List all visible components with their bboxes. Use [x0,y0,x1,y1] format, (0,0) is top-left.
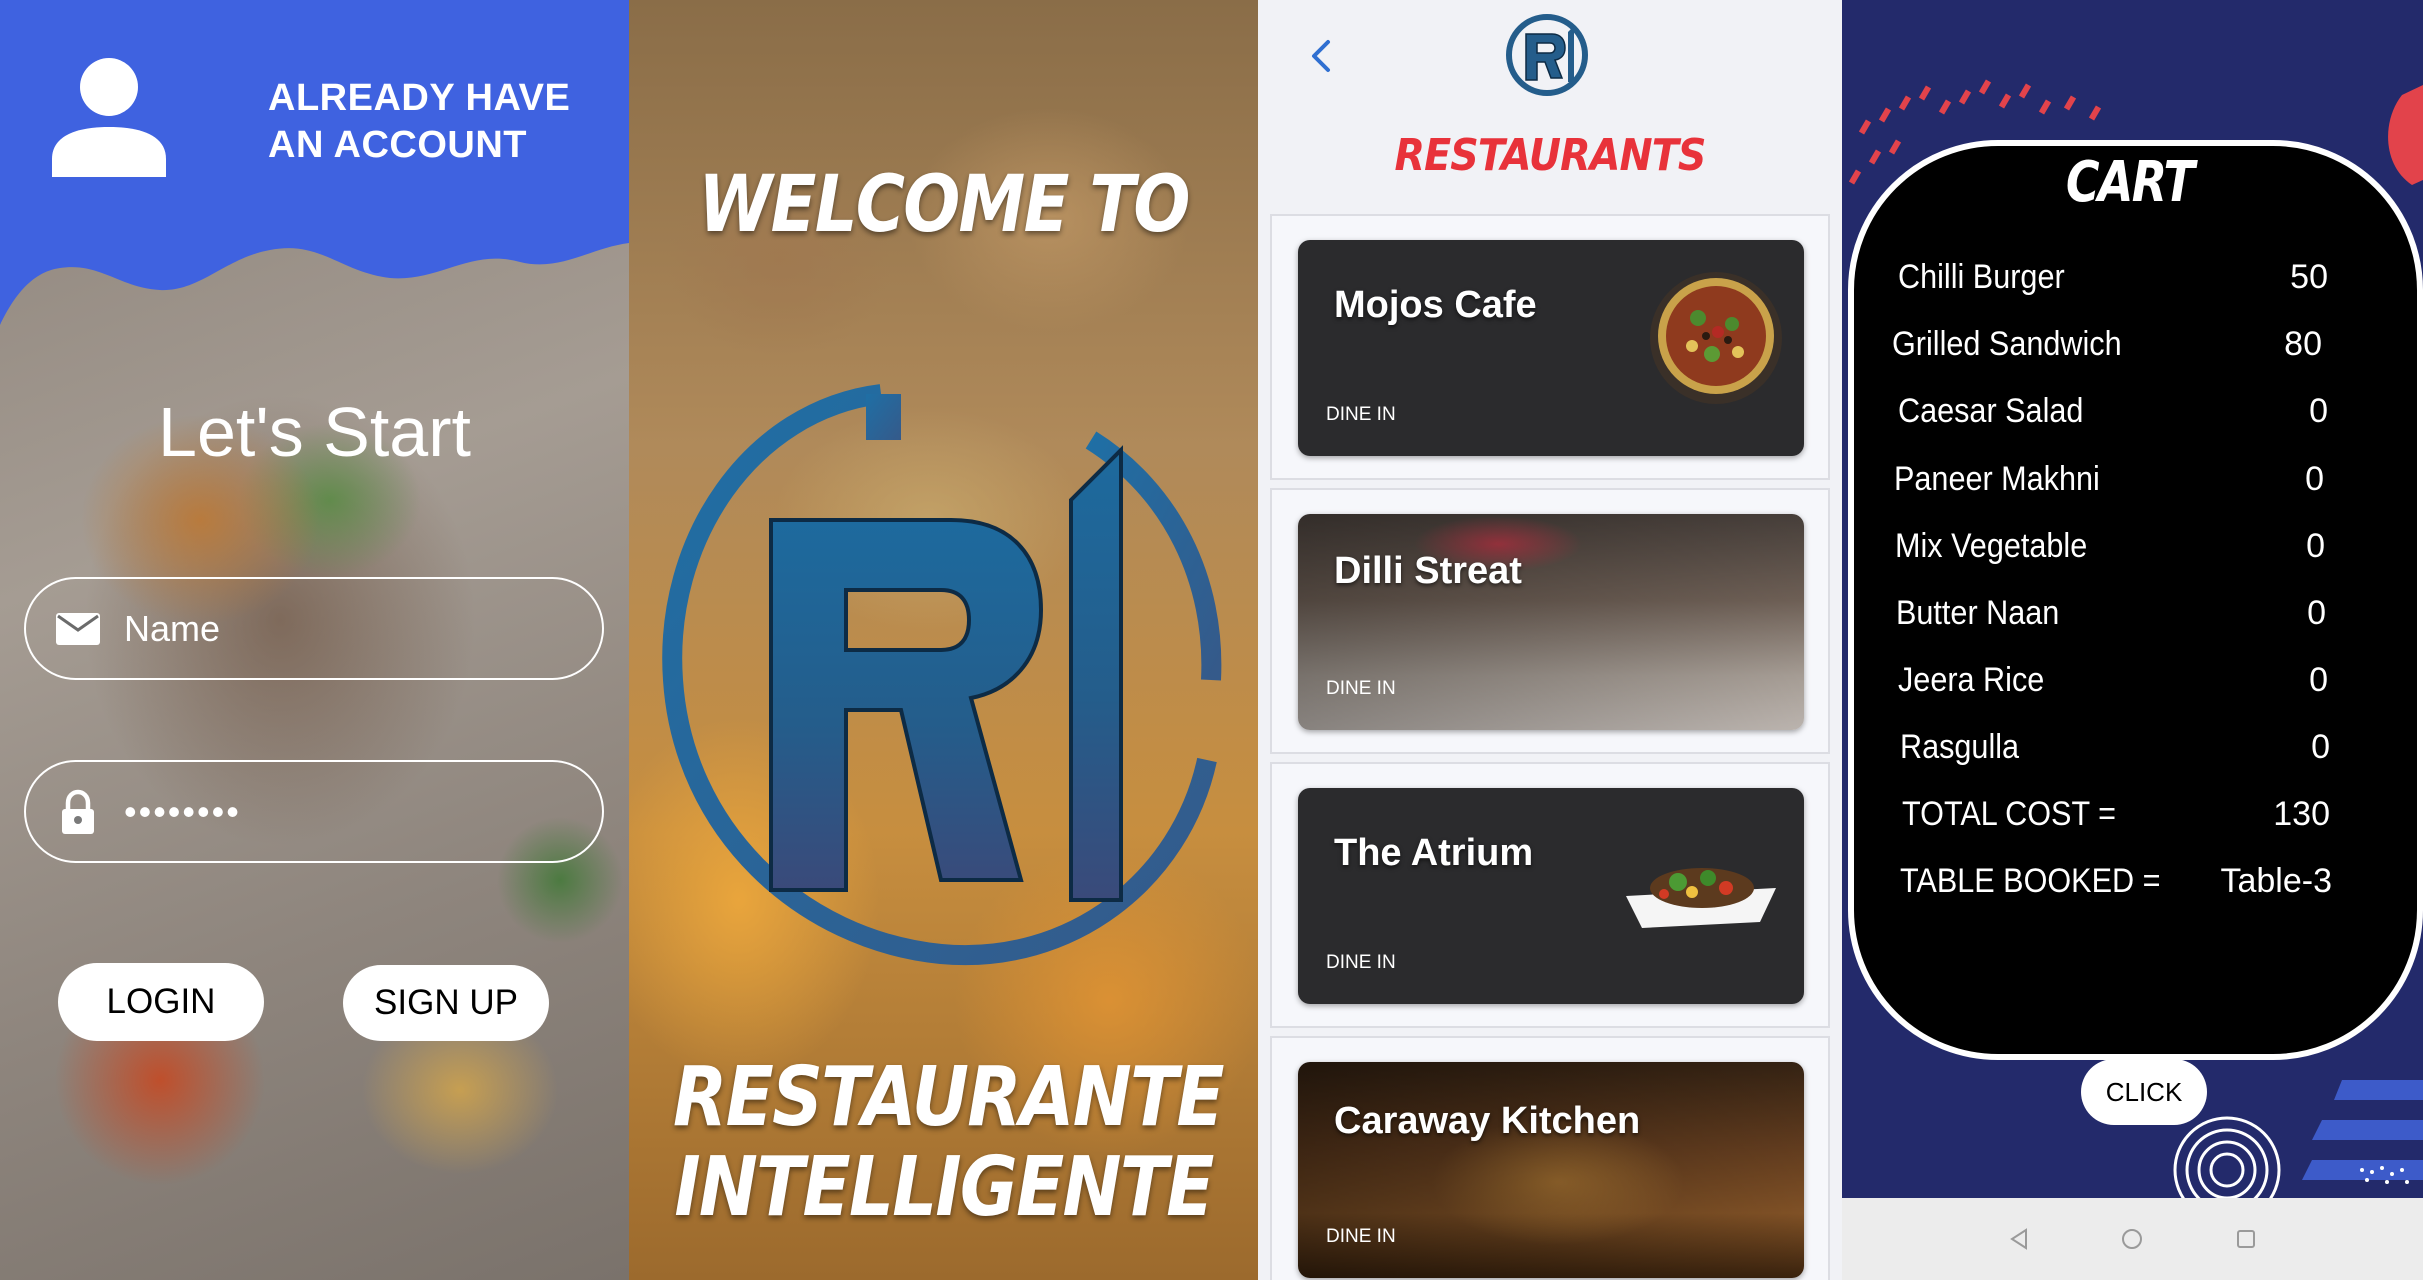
restaurant-name: Caraway Kitchen [1334,1100,1641,1142]
restaurant-card-mojos-cafe[interactable]: Mojos Cafe DINE IN [1298,240,1804,456]
restaurant-card[interactable]: Dilli Streat DINE IN [1270,488,1830,754]
cart-item-qty: 0 [2306,527,2325,565]
restaurant-card-the-atrium[interactable]: The Atrium DINE IN [1298,788,1804,1004]
cart-item-name: Jeera Rice [1898,661,2045,699]
restaurant-card-dilli-streat[interactable]: Dilli Streat DINE IN [1298,514,1804,730]
cart-screen: CART Chilli Burger 50 Grilled Sandwich 8… [1842,0,2423,1280]
restaurant-name: The Atrium [1334,832,1534,874]
table-booked-row: TABLE BOOKED = Table-3 [1900,862,2332,901]
cart-row: Rasgulla 0 [1900,728,2330,767]
cart-item-qty: 0 [2307,594,2326,632]
restaurant-name: Mojos Cafe [1334,284,1537,326]
restaurant-card[interactable]: Mojos Cafe DINE IN [1270,214,1830,480]
password-field[interactable]: •••••••• [24,760,604,863]
cart-item-name: Mix Vegetable [1895,527,2088,565]
cart-item-name: Caesar Salad [1898,392,2084,430]
login-button[interactable]: LOGIN [58,963,264,1041]
cart-item-name: Grilled Sandwich [1892,325,2122,363]
cart-row: Butter Naan 0 [1896,594,2326,633]
nav-recents-icon[interactable] [2233,1226,2259,1252]
cart-title: CART [2065,150,2195,215]
salad-image [1626,868,1776,928]
app-name-line-2: INTELLIGENTE [674,1140,1214,1235]
lock-icon [62,789,94,834]
sign-up-button[interactable]: SIGN UP [343,965,549,1041]
name-input[interactable] [124,607,564,650]
dine-in-tag: DINE IN [1326,1226,1396,1247]
restaurant-card[interactable]: Caraway Kitchen DINE IN [1270,1036,1830,1280]
dine-in-tag: DINE IN [1326,404,1396,425]
back-arrow-icon[interactable] [1304,36,1338,76]
pizza-image [1650,272,1782,404]
cart-item-qty: 0 [2311,728,2330,766]
name-field[interactable] [24,577,604,680]
cart-row: Paneer Makhni 0 [1894,460,2324,499]
restaurants-screen: RESTAURANTS Mojos Cafe DINE IN Dilli Str… [1258,0,1842,1280]
restaurant-card[interactable]: The Atrium DINE IN [1270,762,1830,1028]
table-booked-value: Table-3 [2220,862,2332,900]
cart-item-name: Chilli Burger [1898,258,2065,296]
app-name-line-1: RESTAURANTE [673,1050,1225,1145]
restaurant-name: Dilli Streat [1334,550,1522,592]
total-cost-label: TOTAL COST = [1902,795,2116,833]
login-screen: ALREADY HAVE AN ACCOUNT Let's Start ••••… [0,0,629,1280]
cart-item-qty: 0 [2309,392,2328,430]
cart-row: Jeera Rice 0 [1898,661,2328,700]
nav-back-icon[interactable] [2006,1226,2032,1252]
total-cost-row: TOTAL COST = 130 [1902,795,2330,834]
page-title: Let's Start [158,393,471,471]
table-booked-label: TABLE BOOKED = [1900,862,2161,900]
password-input[interactable]: •••••••• [124,791,241,833]
mail-icon [56,612,100,645]
restaurant-card-caraway-kitchen[interactable]: Caraway Kitchen DINE IN [1298,1062,1804,1278]
total-cost-value: 130 [2273,795,2330,833]
cart-item-qty: 0 [2309,661,2328,699]
cart-row: Chilli Burger 50 [1898,258,2328,297]
restaurants-heading: RESTAURANTS [1394,130,1707,181]
cart-item-qty: 0 [2305,460,2324,498]
user-icon [52,58,166,177]
android-nav-bar [1842,1198,2423,1280]
welcome-heading: WELCOME TO [698,160,1190,250]
ri-logo [662,384,1222,966]
already-have-account-text[interactable]: ALREADY HAVE AN ACCOUNT [268,75,598,169]
nav-home-icon[interactable] [2119,1226,2145,1252]
cart-row: Grilled Sandwich 80 [1892,325,2322,364]
cart-item-name: Paneer Makhni [1894,460,2100,498]
cart-row: Caesar Salad 0 [1898,392,2328,431]
cart-item-qty: 80 [2284,325,2322,363]
click-button[interactable]: CLICK [2081,1059,2207,1125]
cart-item-name: Rasgulla [1900,728,2020,766]
cart-item-qty: 50 [2290,258,2328,296]
dine-in-tag: DINE IN [1326,678,1396,699]
dine-in-tag: DINE IN [1326,952,1396,973]
cart-row: Mix Vegetable 0 [1895,527,2325,566]
ri-small-logo [1506,14,1588,96]
welcome-screen: WELCOME TO RESTAURANTE INTELLIGENTE [629,0,1258,1280]
cart-item-name: Butter Naan [1896,594,2060,632]
